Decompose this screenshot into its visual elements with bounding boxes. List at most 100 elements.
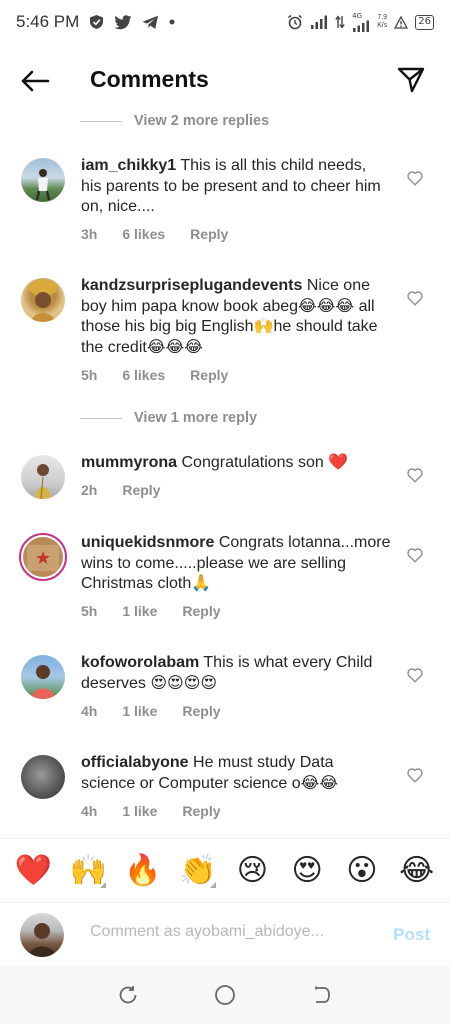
back-arrow-icon — [21, 70, 50, 92]
current-user-avatar — [20, 913, 64, 957]
comment-meta: 5h 6 likes Reply — [81, 367, 253, 383]
reply-button[interactable]: Reply — [182, 803, 220, 819]
reaction-clap[interactable]: 👏 — [178, 851, 218, 891]
reaction-raised-hands[interactable]: 🙌 — [68, 851, 108, 891]
like-count[interactable]: 6 likes — [122, 226, 165, 242]
send-icon — [397, 67, 425, 93]
comment-time: 4h — [81, 703, 98, 719]
comment-time: 5h — [81, 603, 98, 619]
like-button[interactable] — [406, 289, 424, 307]
comment-meta: 3h 6 likes Reply — [81, 226, 253, 242]
comment-meta: 4h 1 like Reply — [81, 803, 246, 819]
comment-meta: 4h 1 like Reply — [81, 703, 246, 719]
like-count[interactable]: 1 like — [122, 603, 157, 619]
home-button[interactable] — [211, 981, 239, 1009]
skin-tone-indicator — [100, 881, 107, 888]
like-button[interactable] — [406, 766, 424, 784]
back-nav-icon — [314, 986, 330, 1003]
comment-meta: 5h 1 like Reply — [81, 603, 246, 619]
view-more-label: View 2 more replies — [134, 113, 270, 129]
reply-button[interactable]: Reply — [122, 482, 160, 498]
reaction-laughing[interactable]: 😂 — [397, 851, 437, 891]
avatar[interactable] — [21, 655, 65, 699]
recents-button[interactable] — [114, 981, 142, 1009]
reaction-fire[interactable]: 🔥 — [123, 851, 163, 891]
status-bar: 5:46 PM 4G 7.9 K/s 26 — [0, 0, 450, 44]
reaction-heart-eyes[interactable]: 😍 — [287, 851, 327, 891]
reply-button[interactable]: Reply — [190, 226, 228, 242]
comment-time: 4h — [81, 803, 98, 819]
header: Comments — [0, 52, 450, 108]
dot-icon — [169, 19, 175, 25]
comment-time: 3h — [81, 226, 98, 242]
status-time: 5:46 PM — [16, 12, 80, 31]
heart-outline-icon — [407, 767, 423, 783]
username[interactable]: kandzsurpriseplugandevents — [81, 277, 302, 294]
heart-outline-icon — [407, 170, 423, 186]
divider — [80, 120, 122, 122]
username[interactable]: officialabyone — [81, 754, 189, 771]
avatar[interactable] — [19, 533, 67, 581]
reaction-surprised[interactable]: 😮 — [342, 851, 382, 891]
network-speed: 7.9 K/s — [377, 14, 387, 30]
network-type: 4G — [352, 11, 363, 20]
reply-button[interactable]: Reply — [182, 603, 220, 619]
recents-icon — [119, 986, 137, 1004]
like-count[interactable]: 6 likes — [122, 367, 165, 383]
comment-time: 5h — [81, 367, 98, 383]
signal-4g-icon: 4G — [352, 11, 370, 32]
shield-icon — [89, 14, 104, 30]
comment-text: Congratulations son ❤️ — [181, 454, 349, 471]
post-button[interactable]: Post — [393, 925, 430, 945]
like-count[interactable]: 1 like — [122, 803, 157, 819]
username[interactable]: iam_chikky1 — [81, 157, 176, 174]
comment-composer: Post — [0, 902, 450, 966]
like-button[interactable] — [406, 666, 424, 684]
view-more-replies[interactable]: View 1 more reply — [80, 408, 257, 428]
like-button[interactable] — [406, 546, 424, 564]
reply-button[interactable]: Reply — [182, 703, 220, 719]
home-icon — [215, 985, 235, 1005]
twitter-icon — [114, 14, 132, 30]
view-more-replies[interactable]: View 2 more replies — [80, 111, 269, 131]
data-arrows-icon — [335, 15, 345, 29]
status-notification-icons — [89, 14, 175, 30]
back-nav-button[interactable] — [308, 981, 336, 1009]
comment-input[interactable] — [90, 923, 380, 941]
status-system-icons: 4G 7.9 K/s 26 — [287, 11, 434, 32]
reaction-crying[interactable]: 😢 — [232, 851, 272, 891]
page-title: Comments — [90, 66, 209, 92]
like-button[interactable] — [406, 466, 424, 484]
comment-time: 2h — [81, 482, 98, 498]
avatar[interactable] — [21, 158, 65, 202]
avatar[interactable] — [21, 278, 65, 322]
back-button[interactable] — [18, 66, 52, 96]
like-count[interactable]: 1 like — [122, 703, 157, 719]
system-nav-bar — [0, 966, 450, 1024]
warning-icon — [394, 15, 409, 29]
divider — [80, 417, 122, 419]
network-speed-value: 7.9 — [377, 14, 388, 21]
avatar[interactable] — [21, 755, 65, 799]
battery-icon: 26 — [415, 14, 434, 30]
quick-reaction-bar: ❤️ 🙌 🔥 👏 😢 😍 😮 😂 — [0, 838, 450, 902]
heart-outline-icon — [407, 547, 423, 563]
heart-outline-icon — [407, 290, 423, 306]
alarm-icon — [287, 14, 303, 30]
heart-outline-icon — [407, 667, 423, 683]
reaction-heart[interactable]: ❤️ — [13, 851, 53, 891]
username[interactable]: kofoworolabam — [81, 654, 199, 671]
comment-meta: 2h Reply — [81, 482, 185, 498]
avatar[interactable] — [21, 455, 65, 499]
heart-outline-icon — [407, 467, 423, 483]
reply-button[interactable]: Reply — [190, 367, 228, 383]
send-button[interactable] — [394, 64, 428, 96]
skin-tone-indicator — [209, 881, 216, 888]
view-more-label: View 1 more reply — [134, 410, 258, 426]
telegram-icon — [142, 15, 159, 30]
username[interactable]: mummyrona — [81, 454, 177, 471]
username[interactable]: uniquekidsnmore — [81, 534, 214, 551]
signal-icon — [310, 15, 328, 29]
network-speed-unit: K/s — [377, 22, 388, 29]
like-button[interactable] — [406, 169, 424, 187]
